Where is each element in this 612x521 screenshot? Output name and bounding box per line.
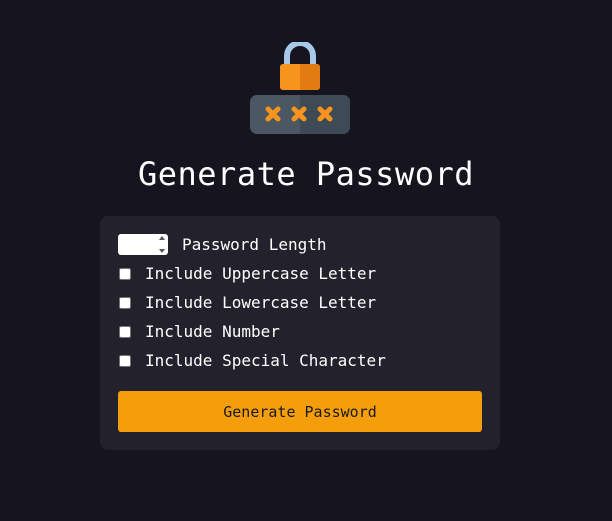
password-generator-page: Generate Password Password Length Includ… — [0, 0, 612, 521]
uppercase-option: Include Uppercase Letter — [118, 264, 376, 284]
special-character-label: Include Special Character — [145, 351, 386, 370]
lowercase-checkbox[interactable] — [119, 297, 131, 309]
lowercase-option: Include Lowercase Letter — [118, 293, 376, 313]
password-length-input[interactable] — [118, 234, 168, 255]
spin-up-icon[interactable] — [158, 236, 165, 240]
special-character-checkbox[interactable] — [119, 355, 131, 367]
number-spinner[interactable] — [157, 236, 166, 253]
generate-password-button[interactable]: Generate Password — [118, 391, 482, 432]
uppercase-label: Include Uppercase Letter — [145, 264, 377, 283]
spin-down-icon[interactable] — [158, 249, 165, 253]
special-character-option: Include Special Character — [118, 351, 386, 371]
number-label: Include Number — [145, 322, 280, 341]
number-option: Include Number — [118, 322, 280, 342]
options-card: Password Length Include Uppercase Letter… — [100, 216, 500, 450]
lock-password-icon — [250, 42, 350, 134]
password-length-row: Password Length — [118, 234, 327, 255]
page-title: Generate Password — [137, 155, 474, 193]
password-length-label: Password Length — [182, 234, 327, 254]
lowercase-label: Include Lowercase Letter — [145, 293, 377, 312]
number-checkbox[interactable] — [119, 326, 131, 338]
uppercase-checkbox[interactable] — [119, 268, 131, 280]
